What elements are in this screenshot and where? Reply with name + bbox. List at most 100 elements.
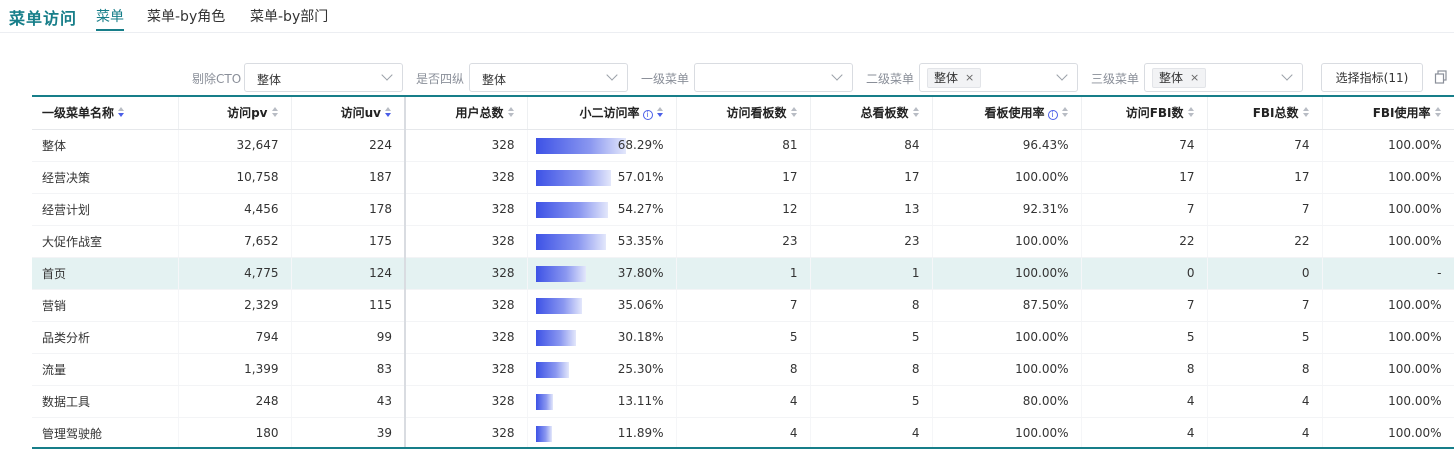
cell-pv: 248	[178, 385, 292, 418]
cell-menu-name: 品类分析	[32, 321, 179, 354]
column-header-visited-fbi[interactable]: 访问FBI数	[1081, 97, 1208, 130]
table-row[interactable]: 经营计划 4,456 178 328 54.27% 12 13 92.31% 7 7 100.00%	[32, 193, 1454, 226]
visit-rate-bar	[535, 201, 608, 218]
column-header-total-boards[interactable]: 总看板数	[810, 97, 933, 130]
table-row[interactable]: 品类分析 794 99 328 30.18% 5 5 100.00% 5 5 100.00%	[32, 321, 1454, 354]
cell-uv: 115	[291, 289, 406, 322]
level3-selected-tag: 整体 ×	[1152, 68, 1207, 88]
cell-total-boards: 13	[810, 193, 933, 226]
cell-visited-boards: 7	[676, 289, 811, 322]
tab-menu-by-role[interactable]: 菜单-by角色	[147, 6, 225, 26]
cell-visit-rate: 54.27%	[527, 193, 677, 226]
visit-rate-bar	[535, 137, 626, 154]
table-header-row: 一级菜单名称 访问pv 访问uv 用户总数 小二访问率 i 访问看板数 总看板数 …	[32, 97, 1454, 130]
column-header-fbi-usage[interactable]: FBI使用率	[1322, 97, 1454, 130]
cell-menu-name: 营销	[32, 289, 179, 322]
page-title: 菜单访问	[9, 9, 78, 28]
level2-menu-select[interactable]: 整体 ×	[919, 63, 1078, 92]
info-icon[interactable]: i	[1047, 110, 1058, 121]
cell-pv: 180	[178, 417, 292, 447]
cell-visit-rate: 35.06%	[527, 289, 677, 322]
cell-visited-boards: 17	[676, 161, 811, 194]
exclude-cto-label: 剔除CTO	[192, 72, 242, 86]
sort-icon[interactable]	[1434, 107, 1442, 118]
level2-selected-tag: 整体 ×	[927, 68, 982, 88]
table-row[interactable]: 数据工具 248 43 328 13.11% 4 5 80.00% 4 4 100.00%	[32, 385, 1454, 418]
chevron-down-icon	[831, 69, 843, 81]
sort-icon[interactable]	[1187, 107, 1195, 118]
table-row[interactable]: 整体 32,647 224 328 68.29% 81 84 96.43% 74 74 100.00…	[32, 129, 1454, 162]
cell-visited-boards: 12	[676, 193, 811, 226]
cell-visited-boards: 81	[676, 129, 811, 162]
cell-visit-rate: 13.11%	[527, 385, 677, 418]
visit-rate-text: 13.11%	[617, 394, 664, 408]
visit-rate-bar	[535, 233, 606, 250]
table-row[interactable]: 首页 4,775 124 328 37.80% 1 1 100.00% 0 0-	[32, 257, 1454, 290]
cell-uv: 43	[291, 385, 406, 418]
visit-rate-bar	[535, 361, 569, 378]
column-header-uv[interactable]: 访问uv	[291, 97, 406, 130]
column-header-visit-rate[interactable]: 小二访问率 i	[527, 97, 677, 130]
cell-visit-rate: 11.89%	[527, 417, 677, 447]
level2-menu-label: 二级菜单	[866, 72, 915, 86]
sort-icon[interactable]	[271, 107, 279, 118]
column-header-pv[interactable]: 访问pv	[178, 97, 292, 130]
cell-visit-rate: 25.30%	[527, 353, 677, 386]
cell-total-users: 328	[405, 417, 528, 447]
visit-rate-bar	[535, 393, 553, 410]
cell-visited-fbi: 17	[1081, 161, 1208, 194]
select-metrics-button[interactable]: 选择指标(11)	[1321, 63, 1423, 92]
column-header-board-usage[interactable]: 看板使用率 i	[932, 97, 1082, 130]
chevron-down-icon	[381, 69, 393, 81]
cell-total-users: 328	[405, 321, 528, 354]
sort-icon[interactable]	[385, 107, 392, 118]
level3-tag-label: 整体	[1159, 71, 1184, 85]
info-icon[interactable]: i	[642, 110, 653, 121]
column-header-visited-boards[interactable]: 访问看板数	[676, 97, 811, 130]
column-header-total-fbi[interactable]: FBI总数	[1207, 97, 1323, 130]
level2-tag-label: 整体	[934, 71, 959, 85]
sort-icon[interactable]	[507, 107, 515, 118]
sort-icon[interactable]	[656, 107, 664, 118]
cell-total-users: 328	[405, 353, 528, 386]
four-vertical-select[interactable]: 整体	[469, 63, 628, 92]
sort-icon[interactable]	[790, 107, 798, 118]
level1-menu-select[interactable]	[694, 63, 853, 92]
table-row[interactable]: 经营决策 10,758 187 328 57.01% 17 17 100.00% 17 17 100…	[32, 161, 1454, 194]
cell-fbi-usage: 100.00%	[1322, 385, 1454, 418]
table-row[interactable]: 管理驾驶舱 180 39 328 11.89% 4 4 100.00% 4 4 100.00%	[32, 417, 1454, 447]
table-row[interactable]: 大促作战室 7,652 175 328 53.35% 23 23 100.00% 22 22 100…	[32, 225, 1454, 258]
column-header-menu-name[interactable]: 一级菜单名称	[32, 97, 179, 130]
cell-pv: 10,758	[178, 161, 292, 194]
cell-total-boards: 23	[810, 225, 933, 258]
exclude-cto-select[interactable]: 整体	[244, 63, 403, 92]
level3-menu-select[interactable]: 整体 ×	[1144, 63, 1303, 92]
column-header-total-users[interactable]: 用户总数	[405, 97, 528, 130]
cell-visited-fbi: 4	[1081, 385, 1208, 418]
cell-board-usage: 100.00%	[932, 417, 1082, 447]
close-icon[interactable]: ×	[1190, 69, 1199, 87]
cell-board-usage: 96.43%	[932, 129, 1082, 162]
sort-icon[interactable]	[912, 107, 920, 118]
sort-icon[interactable]	[1061, 107, 1069, 118]
visit-rate-text: 30.18%	[617, 330, 664, 344]
active-tab-indicator	[96, 29, 124, 31]
table-row[interactable]: 营销 2,329 115 328 35.06% 7 8 87.50% 7 7 100.00%	[32, 289, 1454, 322]
cell-menu-name: 大促作战室	[32, 225, 179, 258]
cell-menu-name: 经营计划	[32, 193, 179, 226]
tab-menu[interactable]: 菜单	[96, 6, 124, 26]
sort-icon[interactable]	[118, 107, 125, 118]
sort-icon[interactable]	[1302, 107, 1310, 118]
visit-rate-text: 53.35%	[617, 234, 664, 248]
visit-rate-text: 35.06%	[617, 298, 664, 312]
copy-icon[interactable]	[1434, 70, 1448, 84]
cell-total-users: 328	[405, 225, 528, 258]
cell-pv: 7,652	[178, 225, 292, 258]
table-row[interactable]: 流量 1,399 83 328 25.30% 8 8 100.00% 8 8 100.00%	[32, 353, 1454, 386]
cell-visited-boards: 4	[676, 385, 811, 418]
cell-uv: 187	[291, 161, 406, 194]
cell-visited-fbi: 5	[1081, 321, 1208, 354]
tab-menu-by-department[interactable]: 菜单-by部门	[250, 6, 328, 26]
cell-fbi-usage: 100.00%	[1322, 193, 1454, 226]
close-icon[interactable]: ×	[965, 69, 974, 87]
